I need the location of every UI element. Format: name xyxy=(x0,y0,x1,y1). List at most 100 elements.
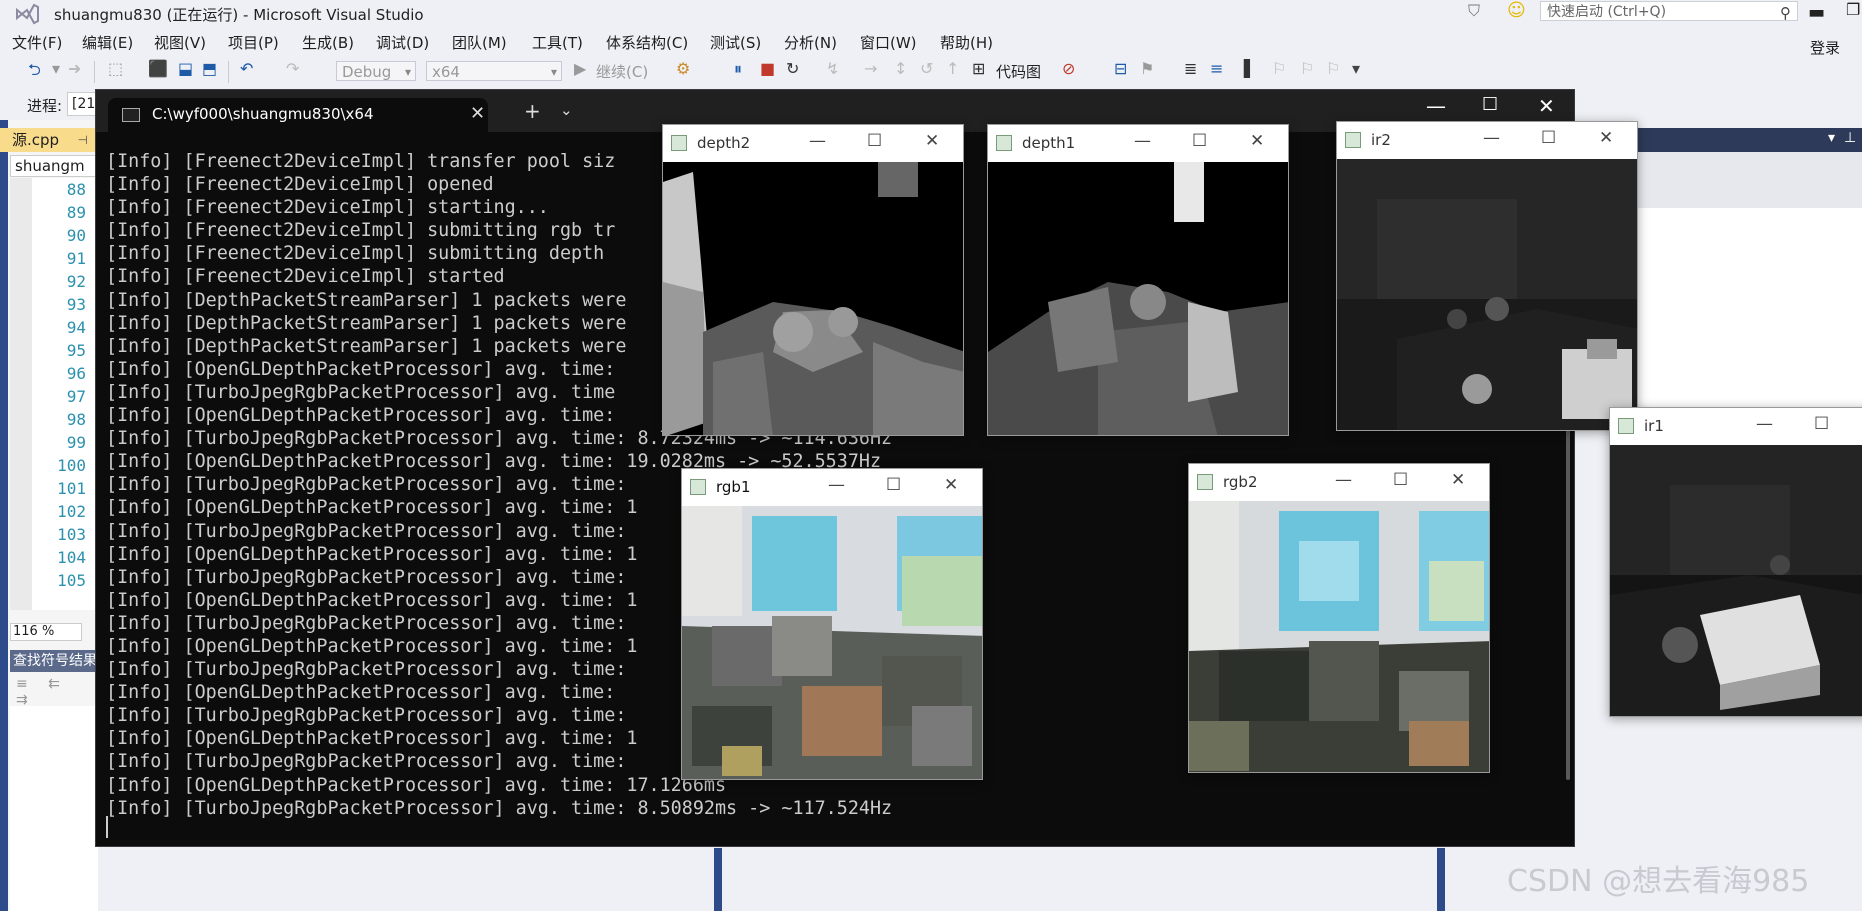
menu-architecture[interactable]: 体系结构(C) xyxy=(606,32,688,53)
sign-in-link[interactable]: 登录 xyxy=(1810,37,1840,58)
thread-icon[interactable]: ⊟ xyxy=(1114,59,1127,78)
continue-play-icon[interactable]: ▶ xyxy=(574,59,586,78)
pin-icon[interactable]: ⊣ xyxy=(78,128,88,152)
save-all-icon[interactable]: ⬒ xyxy=(202,59,217,78)
exception-settings-icon[interactable]: ⊘ xyxy=(1062,59,1075,78)
bookmark-icon[interactable]: ▌ xyxy=(1244,59,1256,78)
find-symbol-results-title[interactable]: 查找符号结果 xyxy=(10,650,98,672)
panel-dropdown-icon[interactable]: ▾ xyxy=(1828,130,1835,146)
continue-label: 继续(C) xyxy=(596,63,649,81)
line-number: 101 xyxy=(57,479,86,498)
comment-icon[interactable]: ≡ xyxy=(1210,59,1223,78)
rgb1-window[interactable]: rgb1 — ☐ ✕ xyxy=(681,468,983,780)
line-number: 89 xyxy=(66,203,86,222)
solution-platform-select[interactable]: x64 xyxy=(426,61,562,82)
menu-file[interactable]: 文件(F) xyxy=(12,32,62,53)
ir1-window[interactable]: ir1 — ☐ xyxy=(1609,407,1862,717)
close-icon[interactable]: ✕ xyxy=(944,475,958,495)
ir2-window[interactable]: ir2 — ☐ ✕ xyxy=(1336,121,1638,431)
zoom-level-select[interactable]: 116 % xyxy=(10,623,82,641)
pause-icon[interactable]: ⏸ xyxy=(734,59,742,79)
stop-icon[interactable]: ■ xyxy=(760,59,775,78)
line-number: 95 xyxy=(66,341,86,360)
minimize-icon[interactable]: — xyxy=(809,131,826,151)
menu-edit[interactable]: 编辑(E) xyxy=(82,32,133,53)
menu-analyze[interactable]: 分析(N) xyxy=(784,32,837,53)
prev-bookmark-icon[interactable]: ⚐ xyxy=(1272,59,1286,78)
maximize-icon[interactable]: ☐ xyxy=(1393,470,1408,490)
maximize-icon[interactable]: ☐ xyxy=(1541,128,1556,148)
close-icon[interactable]: ✕ xyxy=(1250,131,1264,151)
step-over-icon[interactable]: ↕ xyxy=(894,59,907,78)
step-into-icon[interactable]: → xyxy=(864,59,877,78)
menu-project[interactable]: 项目(P) xyxy=(228,32,279,53)
menu-view[interactable]: 视图(V) xyxy=(154,32,206,53)
line-number: 90 xyxy=(66,226,86,245)
new-project-icon[interactable]: ⬚ xyxy=(108,59,123,78)
close-icon[interactable]: ✕ xyxy=(1451,470,1465,490)
minimize-icon[interactable]: — xyxy=(828,475,845,495)
find-results-list xyxy=(10,706,98,911)
save-icon[interactable]: ⬓ xyxy=(178,59,193,78)
terminal-minimize-button[interactable]: — xyxy=(1426,94,1446,118)
code-map-icon[interactable]: ⊞ xyxy=(972,59,985,78)
forward-icon[interactable]: ➜ xyxy=(68,59,81,78)
attach-icon[interactable]: ⚙ xyxy=(676,59,690,78)
quick-launch-input[interactable]: 快速启动 (Ctrl+Q) ⚲ xyxy=(1540,1,1798,22)
panel-pin-icon[interactable]: ⊥ xyxy=(1844,130,1856,146)
depth1-window[interactable]: depth1 — ☐ ✕ xyxy=(987,124,1289,436)
open-file-icon[interactable]: ⬛ xyxy=(148,59,168,78)
notification-filter-icon[interactable]: ⛉ xyxy=(1468,1,1480,21)
depth2-window[interactable]: depth2 — ☐ ✕ xyxy=(662,124,964,436)
back-dropdown-icon[interactable]: ▾ xyxy=(52,59,60,78)
menu-test[interactable]: 测试(S) xyxy=(710,32,761,53)
ir2-title: ir2 xyxy=(1371,131,1391,149)
restore-button[interactable]: ❐ xyxy=(1846,0,1860,19)
rgb2-window[interactable]: rgb2 — ☐ ✕ xyxy=(1188,463,1490,773)
toolbar-options-icon[interactable]: ▾ xyxy=(1352,59,1360,78)
line-number: 103 xyxy=(57,525,86,544)
maximize-icon[interactable]: ☐ xyxy=(1814,414,1829,434)
menu-bar: 文件(F) 编辑(E) 视图(V) 项目(P) 生成(B) 调试(D) 团队(M… xyxy=(0,30,1862,52)
back-icon[interactable]: ⮌ xyxy=(28,59,41,86)
menu-team[interactable]: 团队(M) xyxy=(452,32,507,53)
minimize-icon[interactable]: — xyxy=(1134,131,1151,151)
terminal-maximize-button[interactable]: ☐ xyxy=(1482,94,1498,115)
depth2-title: depth2 xyxy=(697,134,751,152)
step-back-icon[interactable]: ↺ xyxy=(920,59,933,78)
maximize-icon[interactable]: ☐ xyxy=(867,131,882,151)
chevron-down-icon[interactable]: ⌄ xyxy=(560,101,573,119)
close-icon[interactable]: ✕ xyxy=(925,131,939,151)
restart-icon[interactable]: ↻ xyxy=(786,59,799,78)
menu-tools[interactable]: 工具(T) xyxy=(532,32,583,53)
menu-debug[interactable]: 调试(D) xyxy=(376,32,429,53)
next-bookmark-icon[interactable]: ⚐ xyxy=(1300,59,1314,78)
new-tab-icon[interactable]: + xyxy=(524,99,541,123)
clear-bookmarks-icon[interactable]: ⚐ xyxy=(1326,59,1340,78)
terminal-close-button[interactable]: ✕ xyxy=(1538,94,1555,118)
undo-icon[interactable]: ↶ xyxy=(240,59,253,78)
menu-window[interactable]: 窗口(W) xyxy=(860,32,917,53)
project-navigation-combo[interactable]: shuangm xyxy=(10,155,100,177)
maximize-icon[interactable]: ☐ xyxy=(886,475,901,495)
close-tab-icon[interactable]: ✕ xyxy=(470,103,485,124)
feedback-smiley-icon[interactable]: ☺ xyxy=(1507,0,1526,21)
minimize-icon[interactable]: — xyxy=(1335,470,1352,490)
flag-icon[interactable]: ⚑ xyxy=(1140,59,1154,78)
solution-configuration-select[interactable]: Debug xyxy=(336,61,416,82)
redo-icon[interactable]: ↷ xyxy=(286,59,299,78)
minimize-icon[interactable]: — xyxy=(1483,128,1500,148)
step-out-icon[interactable]: ↑ xyxy=(946,59,959,78)
maximize-icon[interactable]: ☐ xyxy=(1192,131,1207,151)
show-next-statement-icon[interactable]: ↯ xyxy=(826,59,839,78)
process-select[interactable]: [21 xyxy=(67,92,97,116)
rgb2-title-bar: rgb2 — ☐ ✕ xyxy=(1189,464,1489,501)
minimize-button[interactable]: ▬ xyxy=(1808,2,1825,23)
minimize-icon[interactable]: — xyxy=(1756,414,1773,434)
terminal-tab[interactable]: C:\wyf000\shuangmu830\x64 ✕ xyxy=(108,98,488,132)
menu-build[interactable]: 生成(B) xyxy=(302,32,354,53)
close-icon[interactable]: ✕ xyxy=(1599,128,1613,148)
indent-icon[interactable]: ≣ xyxy=(1184,59,1197,78)
tab-source-cpp[interactable]: 源.cpp ⊣ xyxy=(0,128,96,152)
menu-help[interactable]: 帮助(H) xyxy=(940,32,993,53)
